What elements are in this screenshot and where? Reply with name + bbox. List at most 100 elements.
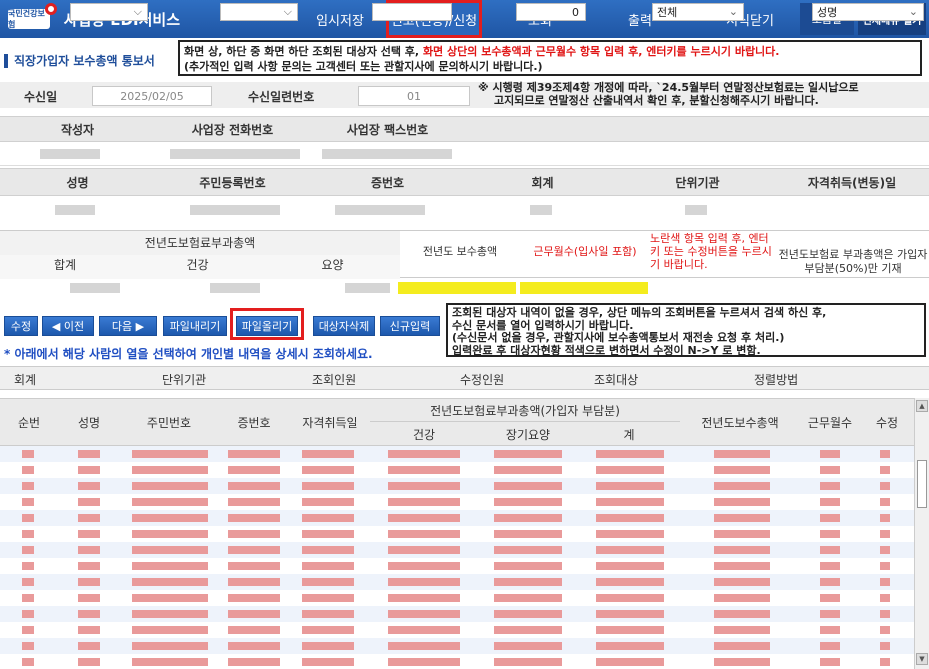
redacted-cell: [596, 594, 664, 602]
redacted-cell: [302, 642, 354, 650]
redacted-cell: [228, 610, 280, 618]
redacted-cell: [820, 546, 840, 554]
target-select[interactable]: 전체 ⌄: [652, 3, 744, 21]
redacted-cell: [132, 626, 208, 634]
receipt-date-label: 수신일: [24, 90, 58, 104]
table-row[interactable]: [0, 606, 914, 622]
scroll-down-icon[interactable]: ▼: [916, 653, 928, 665]
work-months-input[interactable]: [520, 282, 648, 294]
biz-fax-value: [322, 149, 452, 159]
redacted-cell: [22, 562, 34, 570]
redacted-cell: [132, 514, 208, 522]
table-row[interactable]: [0, 478, 914, 494]
receipt-date-field[interactable]: 2025/02/05: [92, 86, 212, 106]
table-row[interactable]: [0, 590, 914, 606]
redacted-cell: [820, 658, 840, 666]
redacted-cell: [132, 562, 208, 570]
redacted-cell: [302, 546, 354, 554]
serial-no-field[interactable]: 01: [358, 86, 470, 106]
redacted-cell: [494, 514, 562, 522]
redacted-cell: [388, 546, 460, 554]
page-title-text: 직장가입자 보수총액 통보서: [14, 54, 155, 68]
sort-select[interactable]: 성명 ⌄: [812, 3, 924, 21]
table-row[interactable]: [0, 462, 914, 478]
edit-button[interactable]: 수정: [4, 316, 38, 336]
serial-no-label: 수신일련번호: [248, 90, 315, 104]
table-row[interactable]: [0, 542, 914, 558]
table-row[interactable]: [0, 622, 914, 638]
redacted-cell: [714, 466, 770, 474]
redacted-cell: [820, 482, 840, 490]
redacted-cell: [132, 450, 208, 458]
regulation-notice-line2: 고지되므로 연말정산 산출내역서 확인 후, 분할신청해주시기 바랍니다.: [494, 94, 819, 107]
redacted-cell: [714, 562, 770, 570]
redacted-cell: [22, 626, 34, 634]
redacted-cell: [78, 642, 100, 650]
redacted-cell: [302, 498, 354, 506]
table-row[interactable]: [0, 494, 914, 510]
redacted-cell: [78, 594, 100, 602]
target-select-value: 전체: [657, 6, 678, 19]
grid-col-seq: 순번: [17, 415, 41, 430]
table-row[interactable]: [0, 526, 914, 542]
premium-employee-share-note: 전년도보험료 부과총액은 가입자부담분(50%)만 기재: [778, 248, 928, 275]
unit-org-header: 단위기관: [675, 175, 720, 190]
redacted-cell: [78, 610, 100, 618]
biz-phone-value: [170, 149, 300, 159]
redacted-cell: [388, 578, 460, 586]
person-unit-value: [685, 205, 707, 215]
redacted-cell: [494, 594, 562, 602]
redacted-cell: [820, 562, 840, 570]
redacted-cell: [228, 562, 280, 570]
writer-row[interactable]: [0, 142, 929, 166]
unit-select[interactable]: ⌵: [220, 3, 298, 21]
top-notice-box: 화면 상, 하단 중 화면 하단 조회된 대상자 선택 후, 화면 상단의 보수…: [178, 40, 922, 76]
redacted-cell: [880, 610, 890, 618]
file-download-button[interactable]: 파일내리기: [163, 316, 227, 336]
redacted-cell: [494, 562, 562, 570]
chevron-down-icon: ⌵: [283, 5, 292, 18]
redacted-cell: [388, 482, 460, 490]
table-row[interactable]: [0, 574, 914, 590]
account-select[interactable]: ⌵: [70, 3, 148, 21]
edit-count-field: 0: [516, 3, 586, 21]
person-row[interactable]: [0, 196, 929, 224]
redacted-cell: [78, 466, 100, 474]
prev-button[interactable]: ◀ 이전: [42, 316, 94, 336]
redacted-cell: [596, 642, 664, 650]
redacted-cell: [302, 578, 354, 586]
nav-temp-save[interactable]: 임시저장: [300, 0, 380, 38]
redacted-cell: [78, 546, 100, 554]
table-row[interactable]: [0, 446, 914, 462]
table-row[interactable]: [0, 654, 914, 669]
total-pay-input[interactable]: [398, 282, 516, 294]
table-row[interactable]: [0, 510, 914, 526]
redacted-cell: [228, 578, 280, 586]
redacted-cell: [22, 530, 34, 538]
redacted-cell: [596, 546, 664, 554]
redacted-cell: [880, 578, 890, 586]
redacted-cell: [228, 466, 280, 474]
redacted-cell: [494, 466, 562, 474]
redacted-cell: [494, 610, 562, 618]
grid-body[interactable]: [0, 446, 914, 669]
next-button[interactable]: 다음 ▶: [99, 316, 157, 336]
delete-target-button[interactable]: 대상자삭제: [313, 316, 375, 336]
chevron-down-icon: ⌄: [908, 5, 918, 18]
redacted-cell: [596, 658, 664, 666]
grid-col-card-no: 증번호: [237, 415, 271, 430]
file-upload-button[interactable]: 파일올리기: [236, 316, 298, 336]
query-count-field: [372, 3, 452, 21]
redacted-cell: [596, 498, 664, 506]
new-entry-button[interactable]: 신규입력: [380, 316, 440, 336]
table-row[interactable]: [0, 558, 914, 574]
nhis-logo-icon: 국민건강보험: [8, 3, 57, 29]
redacted-cell: [22, 546, 34, 554]
scroll-up-icon[interactable]: ▲: [916, 400, 928, 412]
sort-select-value: 성명: [817, 6, 838, 19]
scroll-thumb[interactable]: [917, 460, 927, 508]
redacted-cell: [78, 450, 100, 458]
redacted-cell: [22, 498, 34, 506]
table-row[interactable]: [0, 638, 914, 654]
grid-scrollbar[interactable]: ▲ ▼: [914, 398, 929, 669]
